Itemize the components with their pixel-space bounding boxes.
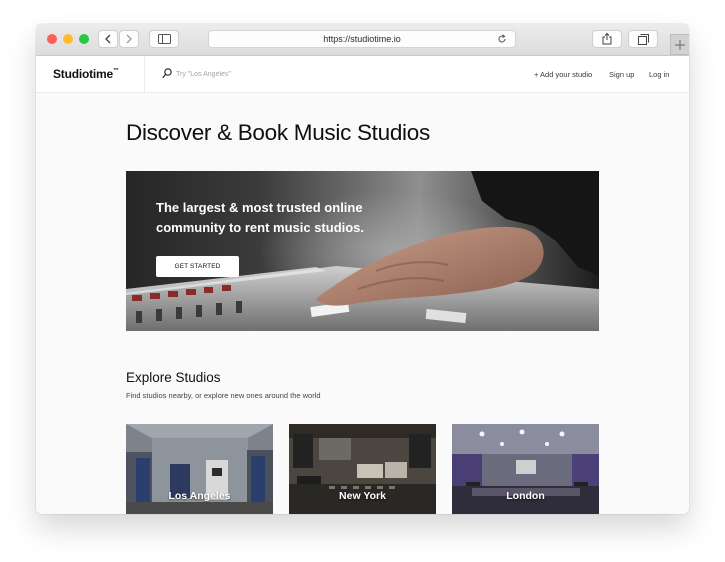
city-label: New York [339, 490, 386, 502]
get-started-button[interactable]: GET STARTED [156, 256, 239, 277]
share-button[interactable] [592, 30, 622, 48]
search-icon [162, 68, 172, 79]
address-bar[interactable]: https://studiotime.io [208, 30, 516, 48]
plus-icon [675, 39, 685, 50]
header-divider [144, 56, 145, 92]
minimize-window-button[interactable] [63, 34, 73, 44]
close-window-button[interactable] [47, 34, 57, 44]
city-label: Los Angeles [168, 490, 231, 502]
share-icon [602, 33, 612, 45]
logo-trademark: ™ [113, 68, 119, 74]
page-title: Discover & Book Music Studios [126, 120, 430, 145]
browser-window: https://studiotime.io Studiotime™ + Add … [36, 24, 689, 514]
tabs-button[interactable] [628, 30, 658, 48]
chevron-right-icon [126, 34, 132, 44]
city-card-london[interactable]: London [452, 424, 599, 514]
url-text: https://studiotime.io [323, 34, 401, 44]
site-header: Studiotime™ + Add your studio Sign up Lo… [36, 56, 689, 93]
city-card-new-york[interactable]: New York [289, 424, 436, 514]
forward-button[interactable] [119, 30, 139, 48]
new-tab-button[interactable] [670, 34, 689, 55]
back-button[interactable] [98, 30, 118, 48]
sidebar-button[interactable] [149, 30, 179, 48]
search-input[interactable] [176, 66, 326, 82]
add-studio-link[interactable]: + Add your studio [534, 70, 592, 79]
hero-heading: The largest & most trusted online commun… [156, 200, 365, 235]
log-in-link[interactable]: Log in [649, 70, 669, 79]
explore-section-subtitle: Find studios nearby, or explore new ones… [126, 391, 321, 400]
page-content: Discover & Book Music Studios The larges… [36, 93, 689, 514]
city-label: London [506, 490, 545, 502]
studiotime-logo[interactable]: Studiotime™ [53, 67, 119, 81]
browser-toolbar: https://studiotime.io [36, 24, 689, 56]
hero-banner: The largest & most trusted online commun… [126, 171, 599, 331]
explore-section-title: Explore Studios [126, 370, 221, 385]
logo-text: Studiotime [53, 67, 113, 81]
chevron-left-icon [105, 34, 111, 44]
zoom-window-button[interactable] [79, 34, 89, 44]
city-card-los-angeles[interactable]: Los Angeles [126, 424, 273, 514]
mixing-console-photo [126, 171, 599, 331]
sign-up-link[interactable]: Sign up [609, 70, 634, 79]
reload-icon[interactable] [497, 34, 507, 44]
sidebar-icon [157, 34, 171, 44]
tabs-icon [637, 33, 649, 45]
